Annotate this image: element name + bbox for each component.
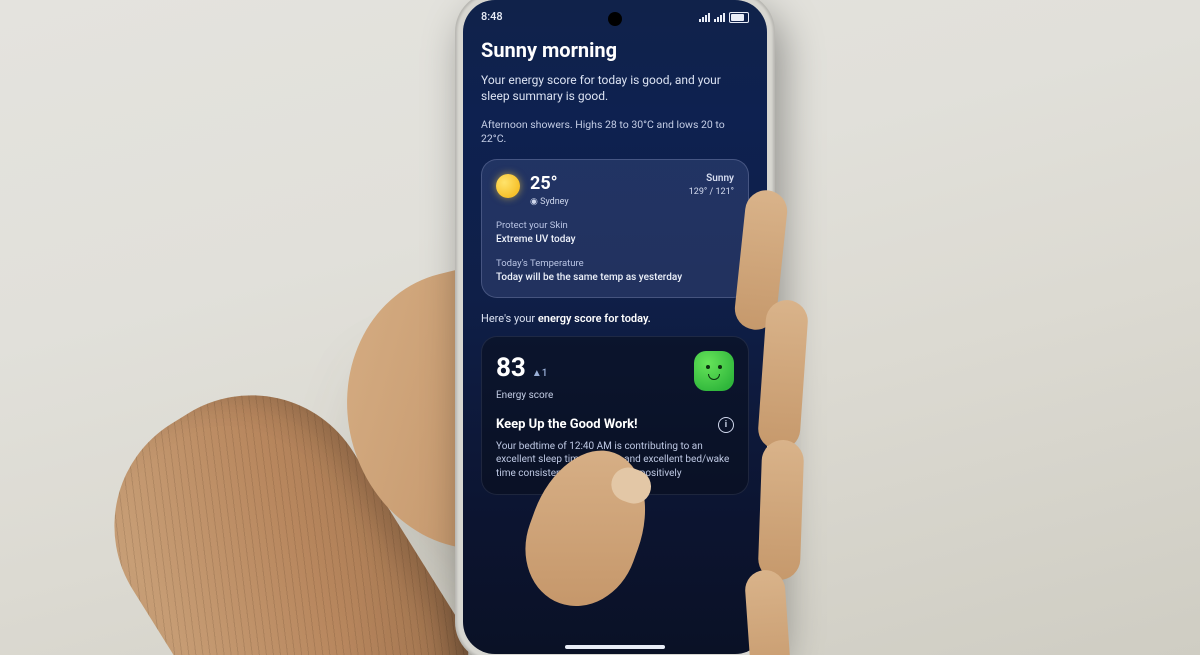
status-icons: [699, 12, 749, 23]
summary-text: Your energy score for today is good, and…: [481, 72, 749, 104]
home-indicator[interactable]: [565, 645, 665, 649]
energy-body: Your bedtime of 12:40 AM is contributing…: [496, 440, 734, 481]
temp-compare-value: Today will be the same temp as yesterday: [496, 271, 734, 285]
condition-label: Sunny: [689, 172, 734, 186]
app-content[interactable]: Sunny morning Your energy score for toda…: [463, 27, 767, 495]
location-label: ◉ Sydney: [530, 196, 569, 208]
uv-label: Protect your Skin: [496, 220, 734, 233]
high-low-label: 129° / 121°: [689, 186, 734, 198]
info-icon[interactable]: i: [718, 417, 734, 433]
energy-score: 83 ▲1: [496, 351, 553, 386]
photo-background: 8:48 Sunny morning Your energy score for…: [0, 0, 1200, 655]
weather-card[interactable]: 25° ◉ Sydney Sunny 129° / 121° Protect y…: [481, 159, 749, 298]
page-title: Sunny morning: [481, 37, 749, 64]
front-camera: [608, 12, 622, 26]
sun-icon: [496, 174, 520, 198]
wifi-icon: [714, 12, 725, 22]
score-delta: ▲1: [532, 367, 548, 381]
temp-compare-label: Today's Temperature: [496, 258, 734, 271]
energy-mascot-icon: [694, 351, 734, 391]
battery-icon: [729, 12, 749, 23]
energy-card[interactable]: 83 ▲1 Energy score Keep Up the Good Work…: [481, 336, 749, 495]
status-time: 8:48: [481, 10, 503, 25]
phone-device: 8:48 Sunny morning Your energy score for…: [455, 0, 775, 655]
phone-screen[interactable]: 8:48 Sunny morning Your energy score for…: [463, 0, 767, 654]
uv-value: Extreme UV today: [496, 233, 734, 247]
energy-score-label: Energy score: [496, 389, 553, 403]
energy-intro: Here's your energy score for today.: [481, 312, 749, 327]
forecast-text: Afternoon showers. Highs 28 to 30°C and …: [481, 118, 749, 146]
signal-icon: [699, 12, 710, 22]
energy-headline: Keep Up the Good Work!: [496, 416, 638, 434]
temperature-value: 25°: [530, 172, 569, 196]
